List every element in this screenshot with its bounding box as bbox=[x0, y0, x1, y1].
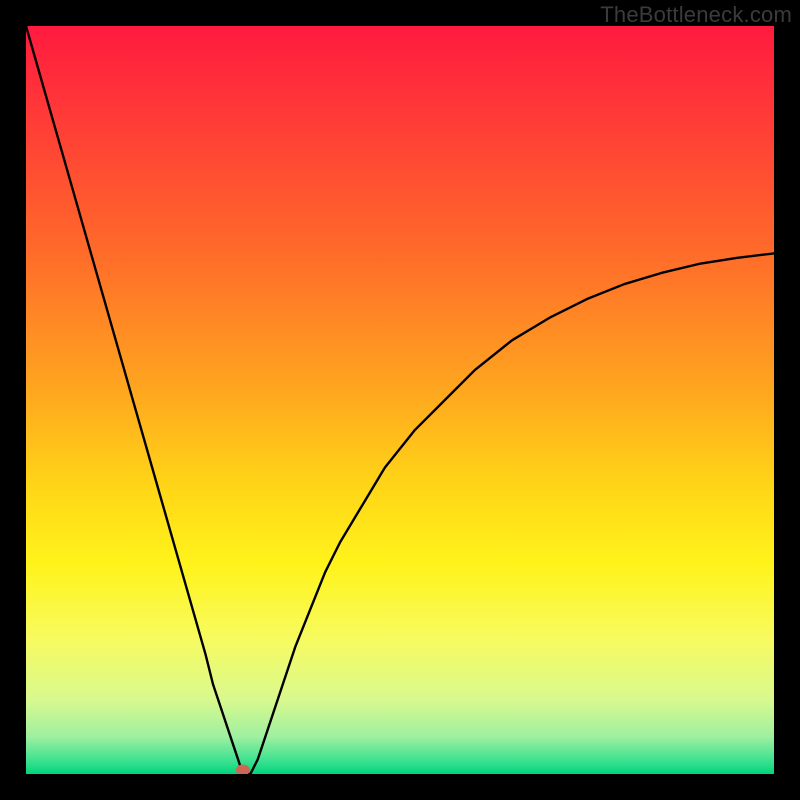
plot-area bbox=[26, 26, 774, 774]
chart-frame: TheBottleneck.com bbox=[0, 0, 800, 800]
plot-svg bbox=[26, 26, 774, 774]
watermark-text: TheBottleneck.com bbox=[600, 2, 792, 28]
gradient-background bbox=[26, 26, 774, 774]
